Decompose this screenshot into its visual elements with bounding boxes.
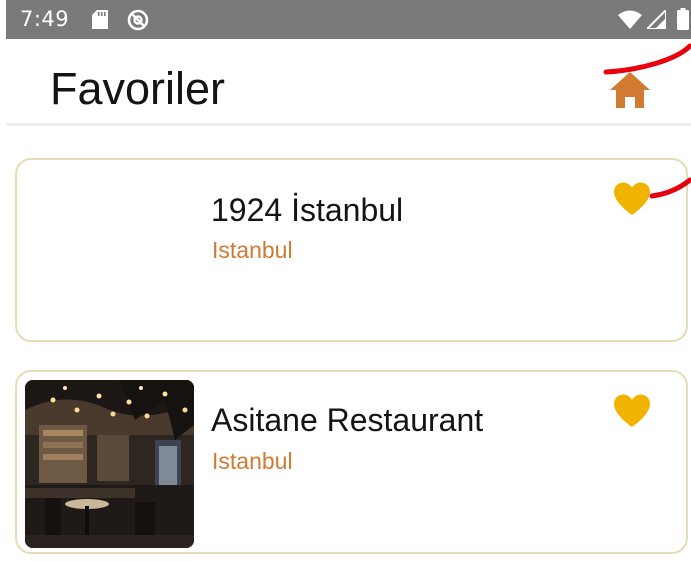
heart-icon: [614, 394, 650, 427]
home-button[interactable]: [608, 68, 652, 112]
restaurant-city: Istanbul: [212, 448, 293, 474]
favorite-card[interactable]: Asitane Restaurant Istanbul: [15, 370, 688, 554]
header-divider: [6, 123, 691, 126]
restaurant-city: Istanbul: [212, 237, 293, 263]
restaurant-name: 1924 İstanbul: [211, 192, 404, 228]
sync-disabled-icon: [127, 9, 149, 31]
favorite-button[interactable]: [613, 394, 651, 428]
restaurant-image: [25, 380, 194, 548]
app-header: Favoriler: [6, 39, 691, 123]
wifi-icon: [618, 10, 642, 29]
restaurant-name: Asitane Restaurant: [211, 402, 484, 438]
status-bar: 7:49: [6, 0, 691, 39]
favorite-card[interactable]: 1924 İstanbul Istanbul: [15, 158, 688, 342]
favorite-button[interactable]: [613, 182, 651, 216]
signal-icon: [647, 10, 666, 29]
status-time: 7:49: [20, 7, 70, 31]
heart-icon: [614, 182, 650, 215]
page-title: Favoriler: [50, 63, 226, 114]
battery-icon: [677, 8, 689, 30]
sd-card-icon: [92, 10, 108, 29]
home-icon: [610, 72, 650, 108]
